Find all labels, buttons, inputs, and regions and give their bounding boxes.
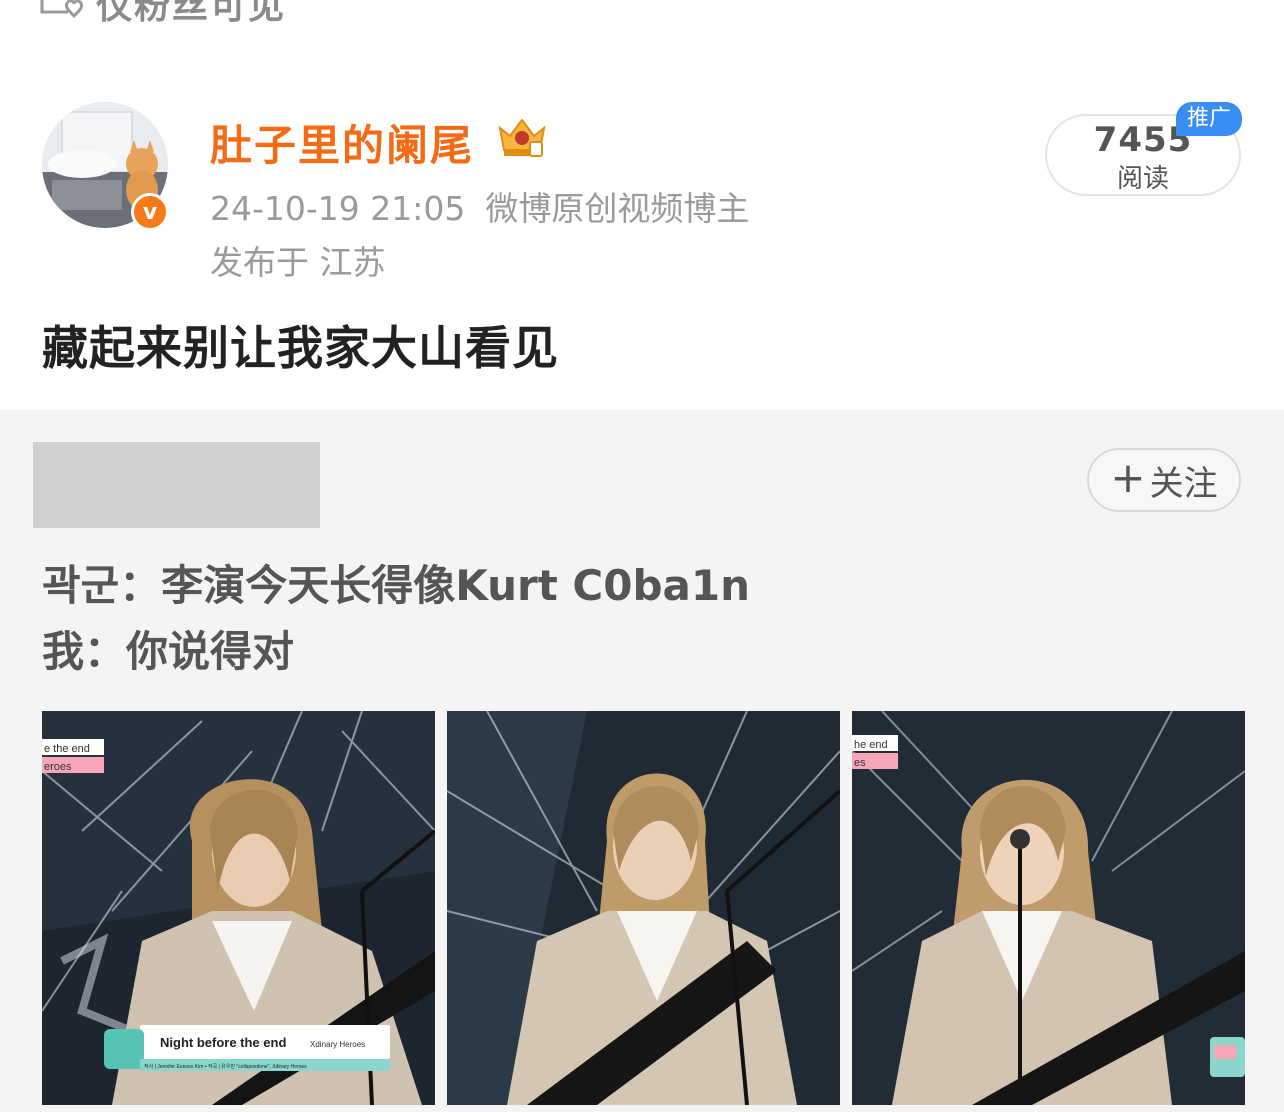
plus-icon: +: [1110, 453, 1146, 502]
fans-only-heart-icon: [40, 0, 84, 19]
follow-label: 关注: [1149, 463, 1218, 504]
member-crown-badge-icon[interactable]: [494, 114, 550, 160]
photo-1-artist: Xdinary Heroes: [310, 1040, 365, 1049]
promo-badge[interactable]: 推广: [1176, 102, 1242, 136]
photo-1-credits: 작사 | Jennifer Eunsoo Kim • 작곡 | 유우민 "col…: [144, 1063, 307, 1070]
read-label: 阅读: [1116, 164, 1169, 194]
photo-3-caption-sub: es: [854, 757, 866, 769]
username[interactable]: 肚子里的阑尾: [210, 112, 474, 173]
follow-button[interactable]: + 关注: [1087, 448, 1241, 512]
photo-1-caption-sub: eroes: [44, 761, 72, 773]
user-tag: 微博原创视频博主: [485, 189, 750, 228]
repost-text-line-1: 곽군：李演今天长得像Kurt C0ba1n: [42, 561, 750, 610]
photo-2[interactable]: [447, 711, 840, 1105]
repost-card[interactable]: + 关注 곽군：李演今天长得像Kurt C0ba1n 我：你说得对 e the …: [0, 410, 1284, 1112]
photo-3-image: he end es: [852, 711, 1245, 1105]
photo-3-caption-top: he end: [854, 739, 888, 751]
verified-v-icon: v: [131, 193, 169, 231]
photo-1-caption-top: e the end: [44, 743, 90, 755]
location: 发布于 江苏: [210, 243, 386, 282]
post-meta: 24-10-19 21:05 微博原创视频博主: [210, 182, 749, 230]
photo-2-image: [447, 711, 840, 1105]
photo-1[interactable]: e the end eroes Night before the end Xdi…: [42, 711, 435, 1105]
photo-3[interactable]: he end es: [852, 711, 1245, 1105]
post-text: 藏起来别让我家大山看见: [42, 321, 559, 375]
timestamp: 24-10-19 21:05: [210, 189, 466, 228]
visibility-bar: 仅粉丝可见: [0, 0, 1284, 59]
photo-1-image: e the end eroes Night before the end Xdi…: [42, 711, 435, 1105]
visibility-text: 仅粉丝可见: [96, 0, 287, 27]
redacted-username: [33, 442, 320, 528]
post-card: v 肚子里的阑尾 24-10-19 21:05 微博原创视频博主 发布于 江苏 7…: [0, 58, 1284, 410]
photo-1-song-title: Night before the end: [160, 1035, 286, 1050]
repost-text-line-2: 我：你说得对: [42, 627, 295, 676]
